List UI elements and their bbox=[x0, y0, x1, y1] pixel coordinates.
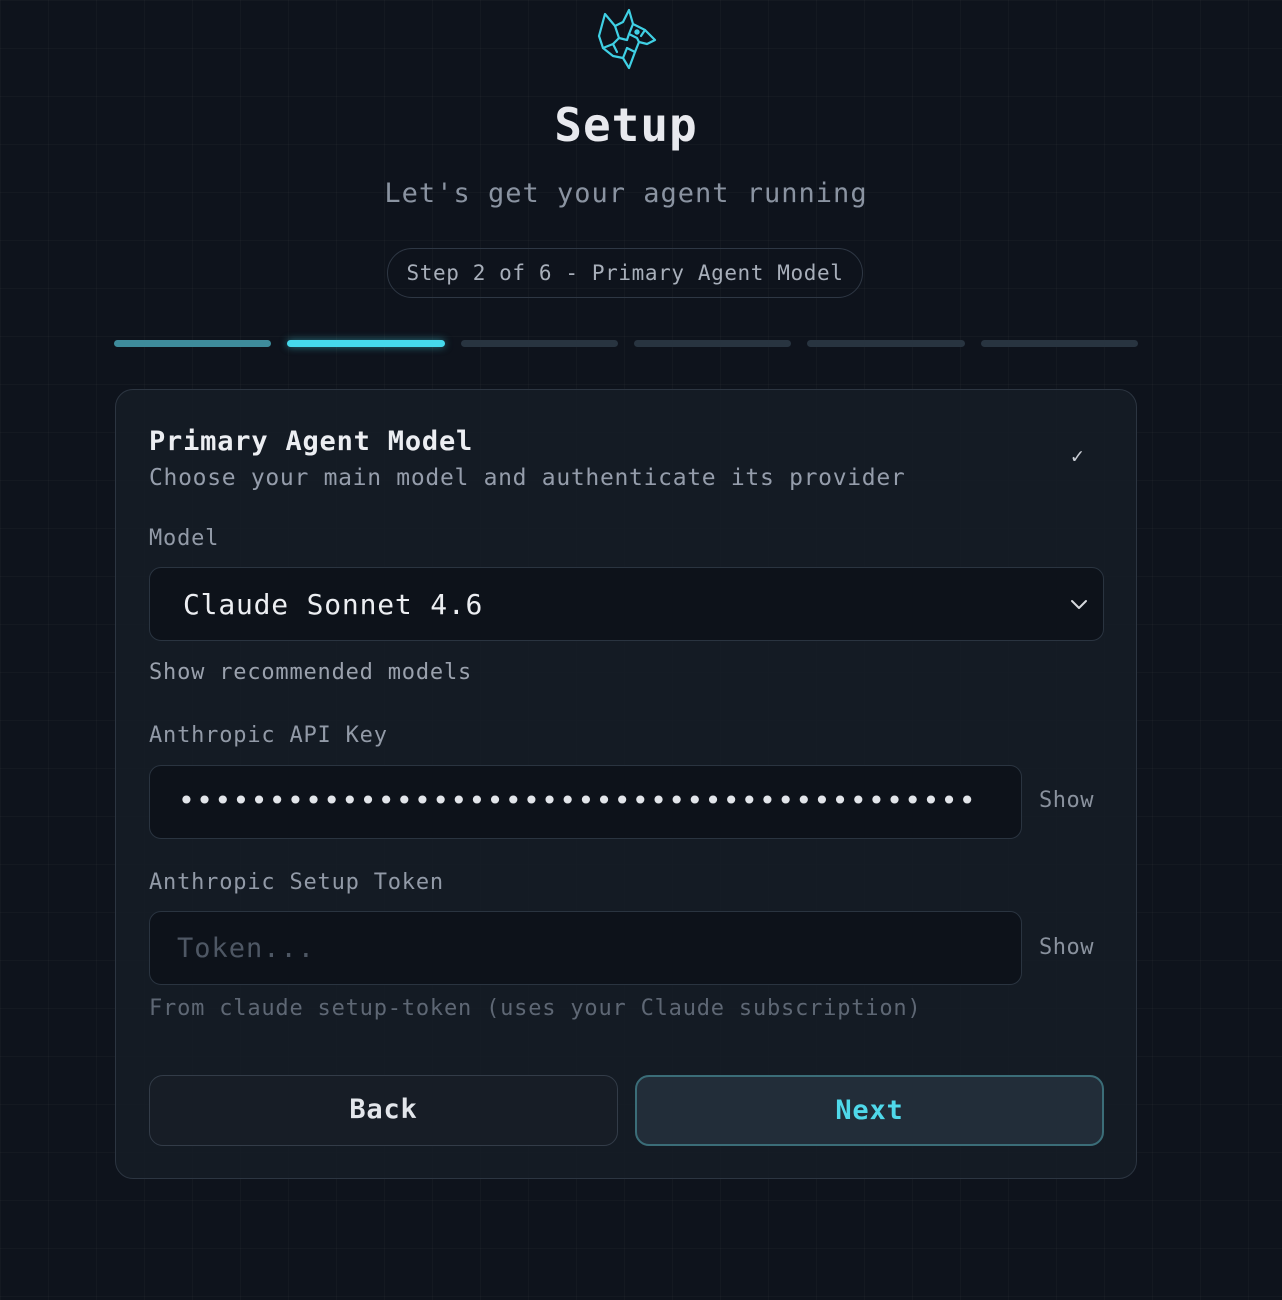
next-button[interactable]: Next bbox=[635, 1075, 1104, 1146]
api-key-show-button[interactable]: Show bbox=[1039, 788, 1094, 813]
progress-segment-2 bbox=[287, 340, 445, 347]
setup-token-label: Anthropic Setup Token bbox=[149, 870, 444, 895]
setup-token-input-box bbox=[149, 911, 1022, 985]
model-label: Model bbox=[149, 526, 220, 551]
progress-bar bbox=[114, 340, 1138, 348]
step-indicator: Step 2 of 6 - Primary Agent Model bbox=[387, 248, 863, 298]
progress-segment-1 bbox=[114, 340, 271, 347]
progress-segment-4 bbox=[634, 340, 791, 347]
progress-segment-3 bbox=[461, 340, 618, 347]
api-key-value: ••••••••••••••••••••••••••••••••••••••••… bbox=[178, 784, 977, 817]
page-subtitle: Let's get your agent running bbox=[384, 178, 868, 209]
progress-segment-5 bbox=[807, 340, 965, 347]
model-select[interactable]: Claude Sonnet 4.6 bbox=[149, 567, 1104, 641]
check-icon: ✓ bbox=[1071, 444, 1084, 468]
setup-card: Primary Agent Model Choose your main mod… bbox=[115, 389, 1137, 1179]
wolf-logo-icon bbox=[597, 8, 657, 70]
progress-segment-6 bbox=[981, 340, 1138, 347]
setup-token-show-button[interactable]: Show bbox=[1039, 935, 1094, 960]
setup-token-hint: From claude setup-token (uses your Claud… bbox=[149, 996, 922, 1021]
api-key-input[interactable]: ••••••••••••••••••••••••••••••••••••••••… bbox=[149, 765, 1022, 839]
model-select-value: Claude Sonnet 4.6 bbox=[183, 588, 484, 621]
chevron-down-icon bbox=[1071, 600, 1087, 609]
back-button[interactable]: Back bbox=[149, 1075, 618, 1146]
api-key-label: Anthropic API Key bbox=[149, 723, 388, 748]
card-description: Choose your main model and authenticate … bbox=[149, 465, 906, 491]
page-title: Setup bbox=[554, 98, 698, 152]
card-title: Primary Agent Model bbox=[149, 426, 474, 457]
show-recommended-models-link[interactable]: Show recommended models bbox=[149, 660, 472, 685]
setup-token-input[interactable] bbox=[175, 932, 999, 965]
